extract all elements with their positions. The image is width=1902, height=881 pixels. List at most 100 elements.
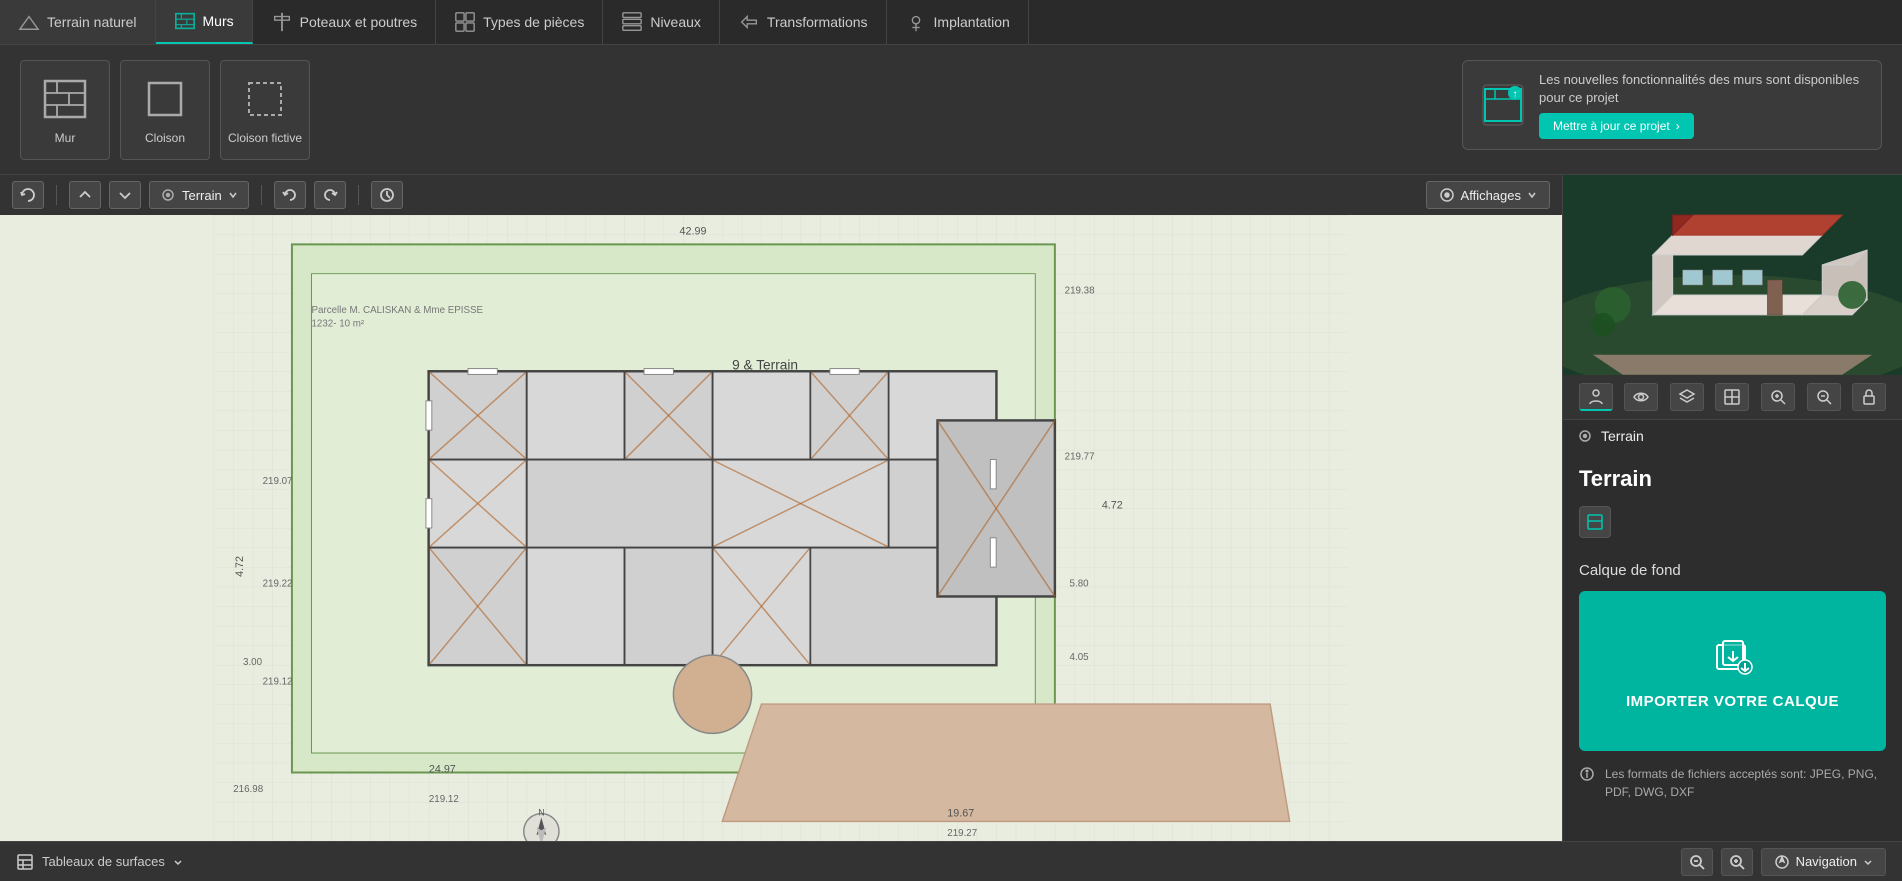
svg-text:4.05: 4.05 — [1070, 652, 1090, 663]
affichages-button[interactable]: Affichages — [1426, 181, 1550, 209]
nav-label-poteaux: Poteaux et poutres — [300, 14, 418, 30]
redo-icon — [322, 187, 338, 203]
zoom-in-bottom-button[interactable] — [1721, 848, 1753, 876]
tableaux-label: Tableaux de surfaces — [42, 854, 165, 869]
panel-icon-person[interactable] — [1579, 383, 1613, 411]
svg-text:3.00: 3.00 — [243, 657, 263, 668]
svg-text:219.12: 219.12 — [429, 794, 459, 805]
svg-text:219.38: 219.38 — [1065, 285, 1095, 296]
niveaux-icon — [621, 11, 643, 33]
panel-content: Terrain Calque de fond — [1563, 452, 1902, 841]
floor-plan[interactable]: 42.99 4.72 4.72 24.97 19.67 219.07 219.2… — [0, 215, 1562, 841]
calque-section-icon — [1586, 513, 1604, 531]
calque-label: Calque de fond — [1579, 562, 1886, 579]
navigation-label: Navigation — [1796, 854, 1857, 869]
poteaux-icon — [271, 11, 293, 33]
mur-tool-icon — [41, 75, 89, 123]
panel-icon-zoom-out[interactable] — [1807, 383, 1841, 411]
svg-text:219.07: 219.07 — [263, 476, 293, 487]
panel-icon-lock[interactable] — [1852, 383, 1886, 411]
update-project-button[interactable]: Mettre à jour ce projet › — [1539, 113, 1694, 139]
svg-text:24.97: 24.97 — [429, 764, 456, 776]
chevron-up-icon — [78, 188, 92, 202]
bottom-bar: Tableaux de surfaces Na — [0, 841, 1902, 881]
refresh-icon — [20, 187, 36, 203]
layers-icon — [1678, 388, 1696, 406]
navigation-dropdown[interactable]: Navigation — [1761, 848, 1886, 876]
terrain-dropdown-icon — [228, 190, 238, 200]
transformations-icon — [738, 11, 760, 33]
canvas-toolbar: Terrain — [0, 175, 1562, 215]
main-area: Terrain — [0, 175, 1902, 841]
panel-icon-eye[interactable] — [1624, 383, 1658, 411]
nav-label-transformations: Transformations — [767, 14, 868, 30]
refresh-button[interactable] — [12, 181, 44, 209]
nav-item-poteaux[interactable]: Poteaux et poutres — [253, 0, 437, 44]
redo-button[interactable] — [314, 181, 346, 209]
person-view-icon — [1587, 388, 1605, 406]
right-panel: Terrain Terrain Calque de fond — [1562, 175, 1902, 841]
nav-label-terrain-naturel: Terrain naturel — [47, 14, 137, 30]
nav-item-transformations[interactable]: Transformations — [720, 0, 887, 44]
notif-murs-icon: ↑ — [1481, 83, 1525, 127]
reload-icon — [379, 187, 395, 203]
calque-icon-button[interactable] — [1579, 506, 1611, 538]
tableaux-surfaces-button[interactable]: Tableaux de surfaces — [16, 853, 183, 871]
panel-icon-layers[interactable] — [1670, 383, 1704, 411]
nav-item-terrain-naturel[interactable]: Terrain naturel — [0, 0, 156, 44]
terrain-select-icon — [160, 187, 176, 203]
divider3 — [358, 185, 359, 205]
terrain-naturel-icon — [18, 11, 40, 33]
eye-view-icon — [1632, 388, 1650, 406]
terrain-tab-icon — [1577, 428, 1593, 444]
tool-cloison-fictive[interactable]: Cloison fictive — [220, 60, 310, 160]
canvas-container[interactable]: Terrain — [0, 175, 1562, 841]
types-pieces-icon — [454, 11, 476, 33]
zoom-out-bottom-button[interactable] — [1681, 848, 1713, 876]
panel-icons-row — [1563, 375, 1902, 420]
navigation-chevron-icon — [1863, 857, 1873, 867]
notification-banner: ↑ Les nouvelles fonctionnalités des murs… — [1462, 60, 1882, 150]
level-down-button[interactable] — [109, 181, 141, 209]
svg-text:42.99: 42.99 — [680, 226, 707, 238]
zoom-out-bottom-icon — [1689, 854, 1705, 870]
svg-text:9 & Terrain: 9 & Terrain — [732, 358, 798, 373]
cloison-tool-label: Cloison — [145, 131, 185, 145]
svg-text:1232- 10 m²: 1232- 10 m² — [312, 319, 365, 330]
top-navigation: Terrain naturel Murs Poteaux et poutres … — [0, 0, 1902, 45]
nav-item-murs[interactable]: Murs — [156, 0, 253, 44]
import-calque-label: IMPORTER VOTRE CALQUE — [1626, 693, 1839, 710]
undo-button[interactable] — [274, 181, 306, 209]
nav-label-types-pieces: Types de pièces — [483, 14, 584, 30]
svg-text:Parcelle M. CALISKAN & Mme EPI: Parcelle M. CALISKAN & Mme EPISSE — [312, 305, 484, 316]
nav-item-implantation[interactable]: Implantation — [887, 0, 1029, 44]
zoom-out-icon — [1815, 388, 1833, 406]
floor-plan-svg: 42.99 4.72 4.72 24.97 19.67 219.07 219.2… — [0, 215, 1562, 841]
panel-icon-zoom-in[interactable] — [1761, 383, 1795, 411]
nav-item-niveaux[interactable]: Niveaux — [603, 0, 720, 44]
svg-text:N: N — [538, 808, 544, 818]
chevron-down-icon — [118, 188, 132, 202]
terrain-select[interactable]: Terrain — [149, 181, 249, 209]
tableaux-icon — [16, 853, 34, 871]
terrain-tab-label: Terrain — [1601, 428, 1644, 444]
svg-text:219.77: 219.77 — [1065, 452, 1095, 463]
tool-mur[interactable]: Mur — [20, 60, 110, 160]
svg-text:219.22: 219.22 — [263, 579, 293, 590]
calque-info: Les formats de fichiers acceptés sont: J… — [1579, 765, 1886, 801]
level-up-button[interactable] — [69, 181, 101, 209]
svg-text:4.72: 4.72 — [234, 556, 246, 577]
mur-tool-label: Mur — [55, 131, 76, 145]
svg-text:219.12: 219.12 — [263, 677, 293, 688]
nav-item-types-pieces[interactable]: Types de pièces — [436, 0, 603, 44]
preview-3d-svg — [1563, 175, 1902, 375]
nav-label-niveaux: Niveaux — [650, 14, 701, 30]
panel-icon-grid[interactable] — [1715, 383, 1749, 411]
import-icon — [1709, 633, 1757, 681]
affichages-icon — [1439, 187, 1455, 203]
tool-cloison[interactable]: Cloison — [120, 60, 210, 160]
import-calque-button[interactable]: IMPORTER VOTRE CALQUE — [1579, 591, 1886, 751]
reload-button[interactable] — [371, 181, 403, 209]
navigation-icon — [1774, 854, 1790, 870]
notif-text: Les nouvelles fonctionnalités des murs s… — [1539, 71, 1863, 107]
